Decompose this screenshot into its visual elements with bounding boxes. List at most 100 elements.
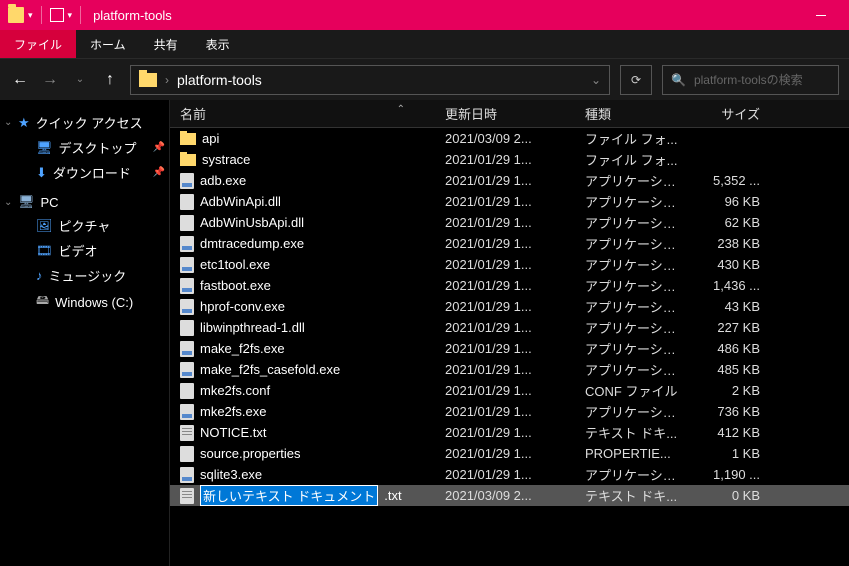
address-bar[interactable]: › platform-tools ⌄ xyxy=(130,65,610,95)
exe-icon xyxy=(180,236,194,252)
sidebar-item-music[interactable]: ♪ ミュージック xyxy=(0,263,169,288)
file-row[interactable]: sqlite3.exe2021/01/29 1...アプリケーショ...1,19… xyxy=(170,464,849,485)
file-row[interactable]: adb.exe2021/01/29 1...アプリケーショ...5,352 ..… xyxy=(170,170,849,191)
file-name: etc1tool.exe xyxy=(200,257,270,272)
file-name: api xyxy=(202,131,219,146)
search-placeholder: platform-toolsの検索 xyxy=(694,71,803,88)
expand-icon[interactable]: ⌄ xyxy=(4,197,12,208)
qat-checkbox-icon[interactable] xyxy=(50,8,64,22)
file-date: 2021/01/29 1... xyxy=(435,362,575,377)
file-size: 43 KB xyxy=(690,299,780,314)
column-header-size[interactable]: サイズ xyxy=(690,104,780,123)
chevron-right-icon[interactable]: › xyxy=(165,73,169,87)
download-icon: ⬇ xyxy=(36,165,47,181)
file-row[interactable]: mke2fs.exe2021/01/29 1...アプリケーショ...736 K… xyxy=(170,401,849,422)
file-date: 2021/03/09 2... xyxy=(435,131,575,146)
file-date: 2021/01/29 1... xyxy=(435,278,575,293)
file-row[interactable]: fastboot.exe2021/01/29 1...アプリケーショ...1,4… xyxy=(170,275,849,296)
file-type: ファイル フォ... xyxy=(575,129,690,148)
file-row[interactable]: etc1tool.exe2021/01/29 1...アプリケーショ...430… xyxy=(170,254,849,275)
sidebar-item-label: デスクトップ xyxy=(59,138,137,157)
address-dropdown-icon[interactable]: ⌄ xyxy=(591,73,601,87)
file-size: 736 KB xyxy=(690,404,780,419)
sidebar-item-label: ミュージック xyxy=(49,266,127,285)
exe-icon xyxy=(180,467,194,483)
sidebar-item-downloads[interactable]: ⬇ ダウンロード 📌 xyxy=(0,160,169,185)
file-name: source.properties xyxy=(200,446,300,461)
back-button[interactable]: ← xyxy=(10,71,30,89)
column-header-date[interactable]: 更新日時 xyxy=(435,104,575,123)
file-row[interactable]: source.properties2021/01/29 1...PROPERTI… xyxy=(170,443,849,464)
file-row-editing[interactable]: 新しいテキスト ドキュメント.txt2021/03/09 2...テキスト ドキ… xyxy=(170,485,849,506)
sidebar-item-desktop[interactable]: 🖥 デスクトップ 📌 xyxy=(0,135,169,160)
file-row[interactable]: mke2fs.conf2021/01/29 1...CONF ファイル2 KB xyxy=(170,380,849,401)
conf-icon xyxy=(180,383,194,399)
expand-icon[interactable]: ⌄ xyxy=(4,117,12,128)
forward-button[interactable]: → xyxy=(40,71,60,89)
sidebar-item-pc[interactable]: ⌄ 🖥 PC xyxy=(0,191,169,213)
file-size: 238 KB xyxy=(690,236,780,251)
file-row[interactable]: dmtracedump.exe2021/01/29 1...アプリケーショ...… xyxy=(170,233,849,254)
qat-dropdown-icon[interactable]: ▾ xyxy=(68,10,73,21)
file-row[interactable]: AdbWinApi.dll2021/01/29 1...アプリケーショ...96… xyxy=(170,191,849,212)
minimize-button[interactable] xyxy=(801,0,841,30)
file-size: 5,352 ... xyxy=(690,173,780,188)
breadcrumb[interactable]: platform-tools xyxy=(177,72,262,88)
file-type: アプリケーショ... xyxy=(575,255,690,274)
tab-file[interactable]: ファイル xyxy=(0,30,76,58)
music-icon: ♪ xyxy=(36,268,43,283)
sidebar-item-drive-c[interactable]: 🖴 Windows (C:) xyxy=(0,288,169,316)
sidebar-item-quick-access[interactable]: ⌄ ★ クイック アクセス xyxy=(0,110,169,135)
search-input[interactable]: 🔍 platform-toolsの検索 xyxy=(662,65,839,95)
exe-icon xyxy=(180,404,194,420)
refresh-button[interactable]: ⟳ xyxy=(620,65,652,95)
file-row[interactable]: api 2021/03/09 2...ファイル フォ... xyxy=(170,128,849,149)
file-name: make_f2fs_casefold.exe xyxy=(200,362,340,377)
file-date: 2021/01/29 1... xyxy=(435,467,575,482)
tab-home[interactable]: ホーム xyxy=(76,30,140,58)
file-name: libwinpthread-1.dll xyxy=(200,320,305,335)
file-size: 62 KB xyxy=(690,215,780,230)
tab-view[interactable]: 表示 xyxy=(192,30,244,58)
file-row[interactable]: AdbWinUsbApi.dll2021/01/29 1...アプリケーショ..… xyxy=(170,212,849,233)
file-type: アプリケーショ... xyxy=(575,276,690,295)
file-row[interactable]: make_f2fs_casefold.exe2021/01/29 1...アプリ… xyxy=(170,359,849,380)
file-extension: .txt xyxy=(384,488,401,503)
file-type: アプリケーショ... xyxy=(575,318,690,337)
file-type: アプリケーショ... xyxy=(575,213,690,232)
star-icon: ★ xyxy=(18,115,30,131)
file-date: 2021/01/29 1... xyxy=(435,215,575,230)
file-size: 485 KB xyxy=(690,362,780,377)
qat-dropdown-icon[interactable]: ▾ xyxy=(28,10,33,21)
column-label: 名前 xyxy=(180,107,206,122)
tab-share[interactable]: 共有 xyxy=(140,30,192,58)
search-icon: 🔍 xyxy=(671,73,686,87)
file-row[interactable]: NOTICE.txt2021/01/29 1...テキスト ドキ...412 K… xyxy=(170,422,849,443)
folder-icon[interactable] xyxy=(8,7,24,23)
file-name: sqlite3.exe xyxy=(200,467,262,482)
rename-input[interactable]: 新しいテキスト ドキュメント xyxy=(200,485,378,506)
file-name: make_f2fs.exe xyxy=(200,341,285,356)
file-row[interactable]: libwinpthread-1.dll2021/01/29 1...アプリケーシ… xyxy=(170,317,849,338)
file-date: 2021/01/29 1... xyxy=(435,194,575,209)
folder-icon xyxy=(139,73,157,87)
file-size: 0 KB xyxy=(690,488,780,503)
pictures-icon: 🖼 xyxy=(36,218,53,234)
sidebar-item-videos[interactable]: 🎞 ビデオ xyxy=(0,238,169,263)
pin-icon: 📌 xyxy=(153,142,165,153)
sidebar-item-label: ピクチャ xyxy=(59,216,111,235)
exe-icon xyxy=(180,362,194,378)
recent-dropdown[interactable]: ⌄ xyxy=(70,74,90,85)
file-type: アプリケーショ... xyxy=(575,339,690,358)
column-header-type[interactable]: 種類 xyxy=(575,104,690,123)
file-list: 名前 ⌃ 更新日時 種類 サイズ api 2021/03/09 2...ファイル … xyxy=(170,100,849,566)
sidebar-item-pictures[interactable]: 🖼 ピクチャ xyxy=(0,213,169,238)
file-row[interactable]: systrace2021/01/29 1...ファイル フォ... xyxy=(170,149,849,170)
file-size: 412 KB xyxy=(690,425,780,440)
file-row[interactable]: hprof-conv.exe2021/01/29 1...アプリケーショ...4… xyxy=(170,296,849,317)
up-button[interactable]: ↑ xyxy=(100,71,120,89)
file-type: テキスト ドキ... xyxy=(575,423,690,442)
file-size: 227 KB xyxy=(690,320,780,335)
file-row[interactable]: make_f2fs.exe2021/01/29 1...アプリケーショ...48… xyxy=(170,338,849,359)
column-header-name[interactable]: 名前 ⌃ xyxy=(170,104,435,123)
